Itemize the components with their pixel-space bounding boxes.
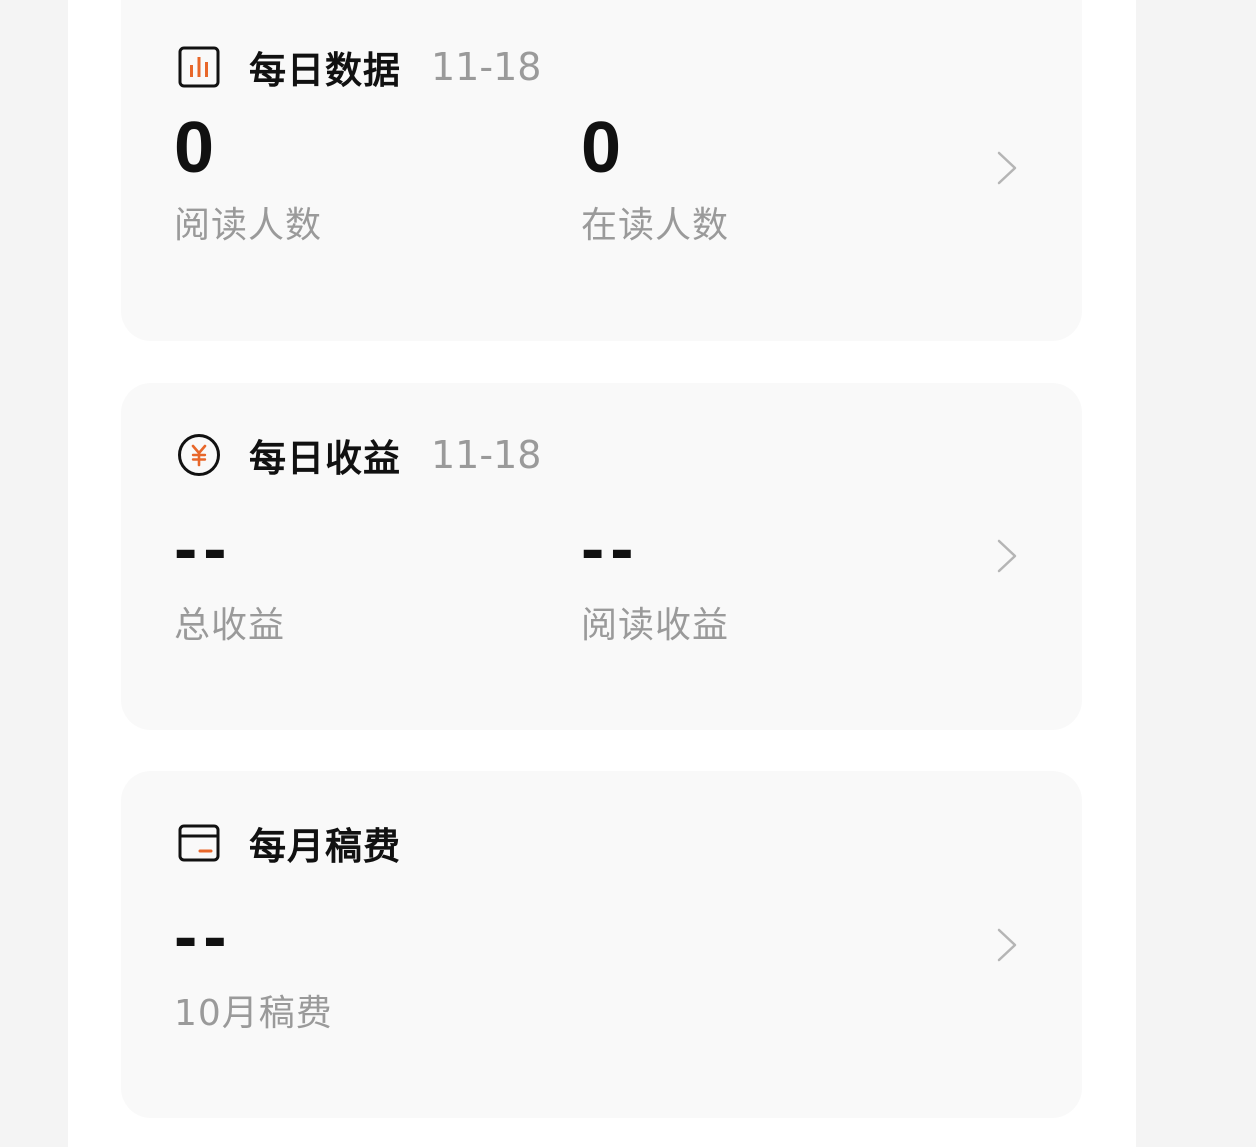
daily-income-card[interactable]: 每日收益 11-18 -- 总收益 -- 阅读收益	[121, 383, 1082, 730]
chevron-right-icon[interactable]	[996, 539, 1018, 573]
daily-data-title: 每日数据	[249, 49, 401, 92]
reading-income-value: --	[581, 509, 640, 587]
chevron-right-icon[interactable]	[996, 928, 1018, 962]
wallet-card-icon	[177, 821, 221, 865]
reading-now-stat: 0 在读人数	[581, 108, 729, 248]
reading-income-stat: -- 阅读收益	[581, 508, 729, 648]
daily-data-header: 每日数据 11-18	[177, 42, 541, 92]
total-income-label: 总收益	[174, 605, 286, 646]
daily-data-date: 11-18	[431, 45, 542, 89]
yuan-coin-icon	[177, 433, 221, 477]
readers-value: 0	[174, 108, 215, 188]
october-fee-stat: -- 10月稿费	[174, 896, 333, 1036]
bar-chart-icon	[177, 45, 221, 89]
monthly-fee-title: 每月稿费	[249, 825, 401, 868]
october-fee-label: 10月稿费	[174, 993, 333, 1034]
daily-income-title: 每日收益	[249, 437, 401, 480]
october-fee-value: --	[174, 897, 233, 975]
readers-label: 阅读人数	[174, 205, 323, 246]
readers-stat: 0 阅读人数	[174, 108, 322, 248]
daily-income-header: 每日收益 11-18	[177, 430, 541, 480]
reading-now-label: 在读人数	[581, 205, 730, 246]
daily-income-date: 11-18	[431, 433, 542, 477]
total-income-value: --	[174, 509, 233, 587]
total-income-stat: -- 总收益	[174, 508, 285, 648]
reading-now-value: 0	[581, 108, 622, 188]
daily-data-card[interactable]: 每日数据 11-18 0 阅读人数 0 在读人数	[121, 0, 1082, 341]
reading-income-label: 阅读收益	[581, 605, 730, 646]
content-panel: 每日数据 11-18 0 阅读人数 0 在读人数 每日收益 11-18 -- 总…	[68, 0, 1136, 1147]
chevron-right-icon[interactable]	[996, 151, 1018, 185]
monthly-fee-header: 每月稿费	[177, 818, 401, 868]
monthly-fee-card[interactable]: 每月稿费 -- 10月稿费	[121, 771, 1082, 1118]
